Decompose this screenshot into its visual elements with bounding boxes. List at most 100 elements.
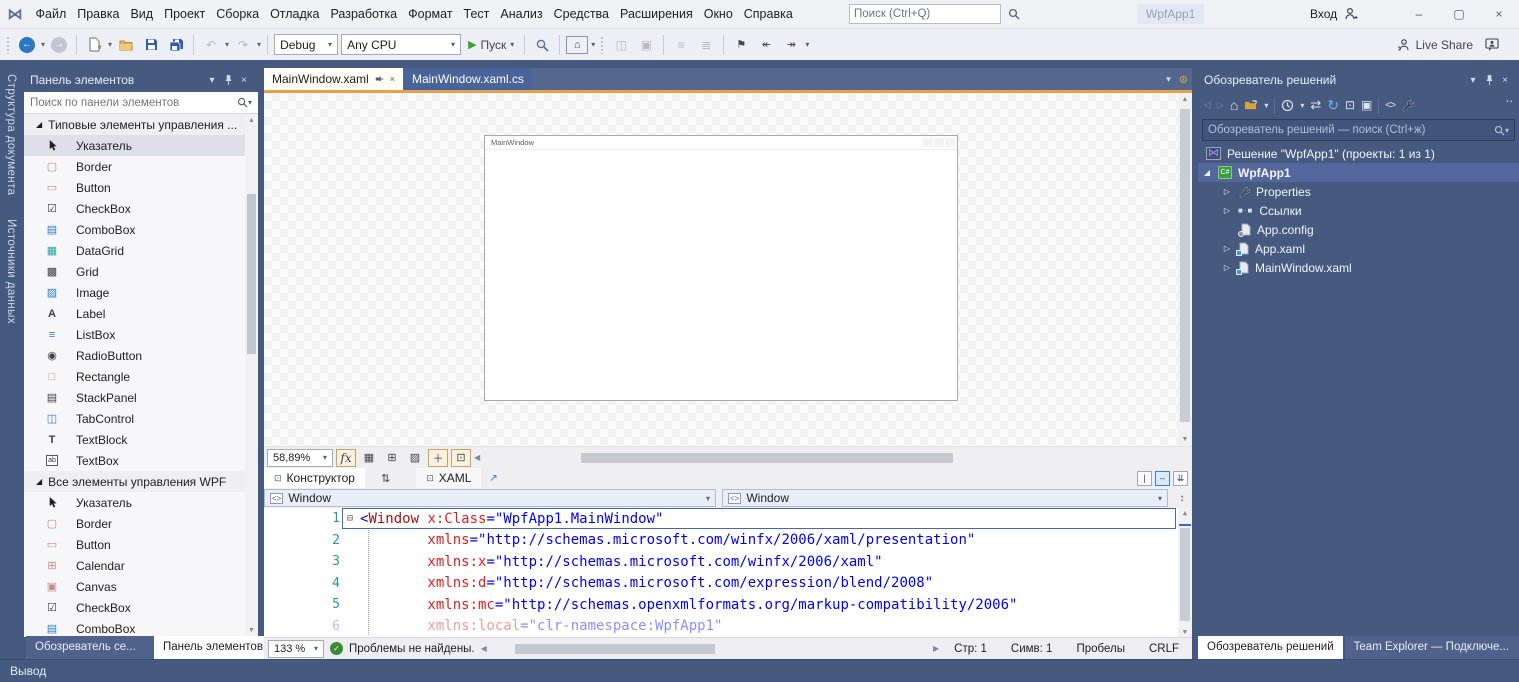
close-button[interactable]: ×: [1479, 0, 1519, 28]
design-view-tab[interactable]: ⊡ Конструктор: [264, 468, 365, 488]
overflow-icon[interactable]: ‥: [1506, 92, 1513, 105]
scrollbar-thumb[interactable]: [247, 194, 256, 354]
toolbox-search-input[interactable]: [30, 97, 237, 109]
scroll-up-icon[interactable]: ▲: [1178, 509, 1192, 517]
tree-item-properties[interactable]: ▷ Properties: [1198, 182, 1519, 201]
scroll-up-icon[interactable]: ▲: [245, 114, 258, 127]
toolbox-item-canvas[interactable]: ▣Canvas: [24, 576, 258, 597]
editor-horizontal-scrollbar[interactable]: [497, 643, 923, 655]
pin-icon[interactable]: [220, 75, 236, 86]
eol-indicator[interactable]: CRLF: [1140, 643, 1188, 655]
toolbox-item-border[interactable]: ▢Border: [24, 156, 258, 177]
quick-launch-search[interactable]: [849, 4, 1001, 24]
toolbox-item-textblock[interactable]: TTextBlock: [24, 429, 258, 450]
toolbox-item-listbox[interactable]: ≡ListBox: [24, 324, 258, 345]
maximize-button[interactable]: ▢: [1439, 0, 1479, 28]
save-all-button[interactable]: [165, 34, 187, 56]
fold-minus-icon[interactable]: ⊟: [340, 513, 360, 524]
scroll-left-icon[interactable]: ◀: [481, 644, 487, 653]
toggle-bookmark-button[interactable]: ⚑: [730, 34, 752, 56]
pending-changes-filter-button[interactable]: [1281, 99, 1294, 112]
properties-icon[interactable]: [1401, 99, 1414, 112]
undo-button[interactable]: ↶: [200, 34, 222, 56]
project-badge[interactable]: WpfApp1: [1137, 4, 1204, 24]
save-button[interactable]: [140, 34, 162, 56]
solution-configuration-combo[interactable]: Debug ▾: [274, 34, 338, 55]
nest-files-icon[interactable]: ⊡: [1345, 98, 1355, 112]
toolbox-item-image[interactable]: ▨Image: [24, 282, 258, 303]
tree-item-references[interactable]: ▷ ■·■ Ссылки: [1198, 201, 1519, 220]
toolbox-item-border[interactable]: ▢Border: [24, 513, 258, 534]
tab-mainwindow-xaml-cs[interactable]: MainWindow.xaml.cs: [404, 68, 532, 90]
toolbox-item-datagrid[interactable]: ▦DataGrid: [24, 240, 258, 261]
show-all-files-icon[interactable]: <>: [1385, 100, 1395, 111]
toolbox-tab[interactable]: Панель элементов: [154, 636, 272, 659]
health-indicator-icon[interactable]: ✓: [330, 642, 343, 655]
scrollbar-thumb[interactable]: [1180, 109, 1190, 422]
toolbox-item-grid[interactable]: ▩Grid: [24, 261, 258, 282]
toolbox-item-checkbox[interactable]: ☑CheckBox: [24, 597, 258, 618]
pin-icon[interactable]: [375, 74, 384, 84]
chevron-down-icon[interactable]: ▾: [1264, 101, 1268, 110]
tree-item-solution[interactable]: ⋈ Решение "WpfApp1" (проекты: 1 из 1): [1198, 144, 1519, 163]
bookmark-overflow[interactable]: ▾: [805, 40, 809, 49]
chevron-down-icon[interactable]: ▾: [1300, 101, 1304, 110]
menu-help[interactable]: Справка: [738, 0, 798, 28]
menu-build[interactable]: Сборка: [211, 0, 265, 28]
chevron-down-icon[interactable]: ▾: [1505, 126, 1509, 135]
editor-zoom-combo[interactable]: 133 % ▾: [268, 640, 324, 658]
toolbox-item-combobox[interactable]: ▤ComboBox: [24, 219, 258, 240]
scroll-up-icon[interactable]: ▲: [1178, 93, 1192, 106]
spaces-indicator[interactable]: Пробелы: [1067, 643, 1134, 655]
collapse-all-icon[interactable]: ▣: [1361, 98, 1372, 112]
navigate-forward-button[interactable]: →: [48, 34, 70, 56]
close-icon[interactable]: ×: [1497, 75, 1513, 86]
swap-panes-button[interactable]: ⇅: [381, 472, 390, 485]
editor-vertical-scrollbar[interactable]: ▲ ▼: [1178, 508, 1192, 637]
uncomment-button[interactable]: ▣: [635, 34, 657, 56]
forward-button[interactable]: ▷: [1217, 100, 1224, 111]
toolbox-item-textbox[interactable]: abTextBox: [24, 450, 258, 471]
solution-search-input[interactable]: [1208, 124, 1494, 136]
horizontal-split-button[interactable]: –: [1155, 471, 1170, 486]
xaml-view-tab[interactable]: ⊡ XAML: [416, 468, 481, 488]
menu-file[interactable]: Файл: [30, 0, 72, 28]
redo-dropdown[interactable]: ▾: [257, 40, 261, 49]
feedback-button[interactable]: [1481, 34, 1503, 56]
new-dropdown[interactable]: ▾: [108, 40, 112, 49]
new-project-button[interactable]: [83, 34, 105, 56]
team-explorer-tab[interactable]: Team Explorer — Подключе...: [1345, 636, 1519, 659]
snaplines-toggle-button[interactable]: ＋: [428, 449, 448, 467]
menu-debug[interactable]: Отладка: [265, 0, 325, 28]
toolbox-item-checkbox[interactable]: ☑CheckBox: [24, 198, 258, 219]
gear-icon[interactable]: ⊛: [1179, 73, 1188, 86]
menu-edit[interactable]: Правка: [72, 0, 125, 28]
tree-item-project-wpfapp1[interactable]: ◢ C# WpfApp1: [1198, 163, 1519, 182]
menu-project[interactable]: Проект: [159, 0, 211, 28]
active-files-dropdown[interactable]: ▾: [1166, 74, 1171, 85]
scroll-down-icon[interactable]: ▼: [1178, 628, 1192, 636]
toolbox-search[interactable]: ▾: [24, 92, 258, 114]
menu-view[interactable]: Вид: [125, 0, 159, 28]
menu-extensions[interactable]: Расширения: [615, 0, 699, 28]
refresh-icon[interactable]: ↻: [1327, 97, 1339, 114]
chevron-down-icon[interactable]: ▾: [1465, 75, 1481, 86]
undo-dropdown[interactable]: ▾: [225, 40, 229, 49]
menu-test[interactable]: Тест: [458, 0, 495, 28]
navigate-back-button[interactable]: ←: [16, 34, 38, 56]
design-window-preview[interactable]: MainWindow: [484, 135, 958, 401]
decrease-indent-button[interactable]: ≡: [670, 34, 692, 56]
hot-reload-button[interactable]: ⌂: [566, 36, 588, 54]
attach-to-process-button[interactable]: [531, 34, 553, 56]
toolbar-grip[interactable]: [600, 36, 605, 54]
switch-views-button[interactable]: [1244, 100, 1258, 111]
home-icon[interactable]: ⌂: [1230, 97, 1238, 113]
tree-item-mainwindow-xaml[interactable]: ▷ MainWindow.xaml: [1198, 258, 1519, 277]
xaml-element-combo[interactable]: <> Window ▾: [722, 489, 1168, 507]
toolbox-group-common[interactable]: ◢ Типовые элементы управления ...: [24, 114, 258, 135]
server-explorer-tab[interactable]: Обозреватель се...: [26, 636, 154, 659]
sync-with-active-document-icon[interactable]: ⇄: [1310, 97, 1321, 113]
pin-icon[interactable]: [1481, 75, 1497, 86]
snap-grid-button[interactable]: ⊞: [382, 449, 402, 467]
effects-toggle-button[interactable]: fx: [336, 449, 356, 467]
